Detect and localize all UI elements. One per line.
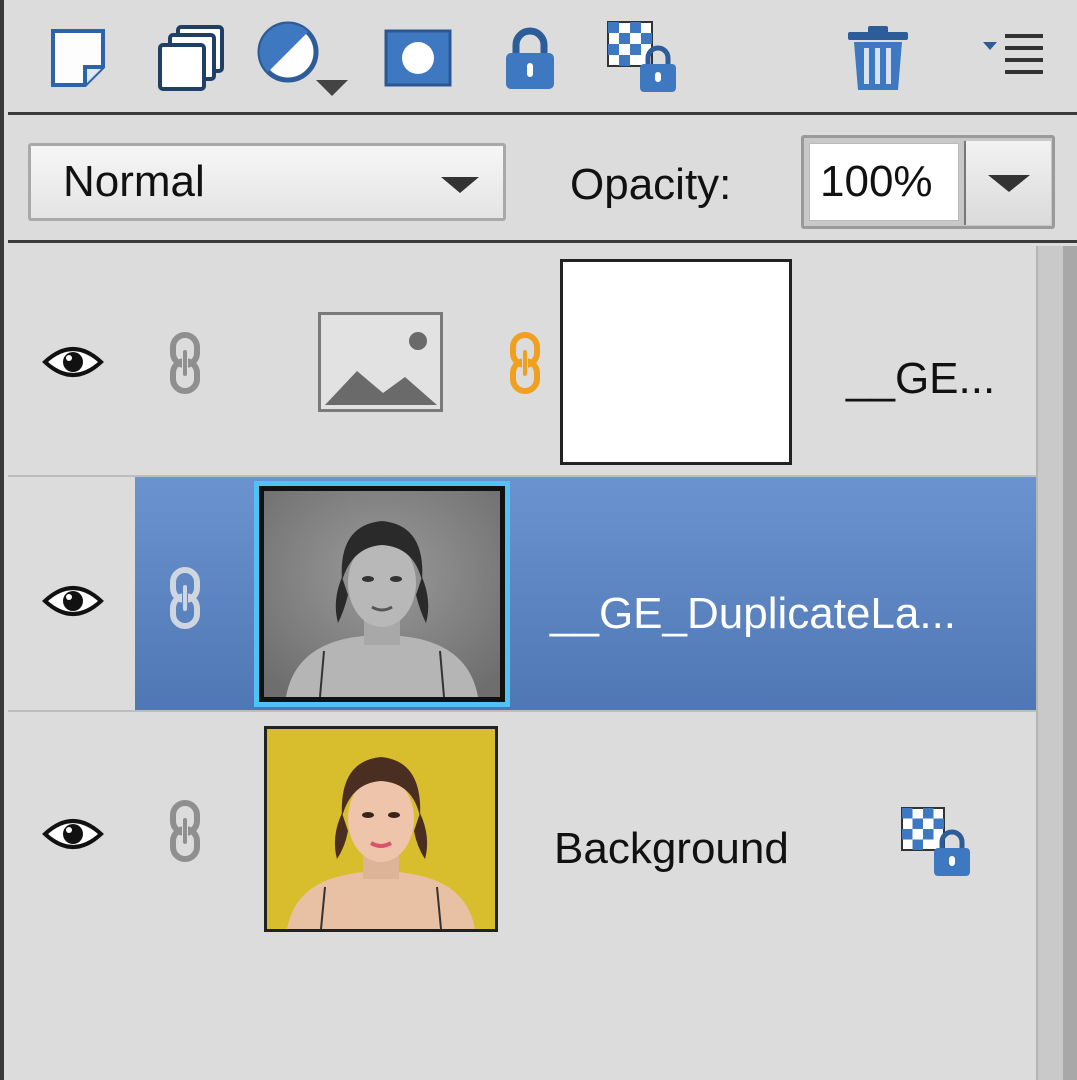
layer-name: __GE_DuplicateLa... <box>550 589 957 638</box>
link-chain-icon[interactable] <box>168 332 202 394</box>
blend-mode-value: Normal <box>63 157 205 206</box>
layer-row-selected[interactable]: __GE_DuplicateLa... <box>8 477 1036 710</box>
chevron-down-icon <box>441 177 479 193</box>
vertical-scrollbar[interactable] <box>1036 246 1077 1080</box>
mask-link-icon[interactable] <box>508 332 542 394</box>
opacity-label: Opacity: <box>570 160 732 209</box>
blend-mode-dropdown[interactable]: Normal <box>28 143 506 221</box>
panel-menu-button[interactable] <box>974 18 1054 98</box>
lock-all-icon <box>506 27 554 89</box>
visibility-eye-icon[interactable] <box>42 814 104 854</box>
grayscale-portrait-image <box>264 491 500 697</box>
layer-row[interactable]: __GE... <box>8 246 1036 477</box>
layers-toolbar <box>8 0 1077 115</box>
delete-layer-button[interactable] <box>838 18 918 98</box>
opacity-control: 100% <box>801 135 1055 229</box>
layer-row[interactable]: Background <box>8 710 1036 950</box>
layer-mask-thumbnail[interactable] <box>560 259 792 465</box>
adjustment-layer-button[interactable] <box>256 18 356 98</box>
lock-transparency-icon <box>901 807 970 876</box>
layers-panel: Normal Opacity: 100% __GE... __GE_Duplic… <box>0 0 1077 1080</box>
blend-options-row: Normal Opacity: 100% <box>8 115 1077 243</box>
lock-all-button[interactable] <box>490 18 570 98</box>
new-group-button[interactable] <box>152 18 232 98</box>
link-chain-icon[interactable] <box>168 567 202 629</box>
layer-name: Background <box>554 824 789 873</box>
layer-thumbnail[interactable] <box>254 481 510 707</box>
adjustment-layer-icon <box>257 21 348 96</box>
new-layer-button[interactable] <box>38 18 118 98</box>
lock-transparency-button[interactable] <box>604 18 684 98</box>
trash-icon <box>848 26 908 90</box>
new-group-icon <box>158 25 224 91</box>
opacity-input[interactable]: 100% <box>809 143 959 221</box>
new-layer-icon <box>51 29 105 87</box>
panel-menu-icon <box>983 34 1043 74</box>
lock-transparency-icon <box>607 21 676 92</box>
layer-thumbnail[interactable] <box>318 312 443 412</box>
visibility-eye-icon[interactable] <box>42 342 104 382</box>
color-portrait-image <box>267 729 495 929</box>
add-mask-button[interactable] <box>378 18 458 98</box>
link-chain-icon[interactable] <box>168 800 202 862</box>
layer-thumbnail[interactable] <box>264 726 498 932</box>
chevron-down-icon <box>988 175 1030 192</box>
layers-list: __GE... __GE_DuplicateLa... Background <box>8 246 1036 1080</box>
scrollbar-track[interactable] <box>1063 246 1077 1080</box>
layer-name: __GE... <box>846 354 996 403</box>
opacity-dropdown-button[interactable] <box>964 141 1051 225</box>
visibility-eye-icon[interactable] <box>42 581 104 621</box>
layer-mask-icon <box>384 29 452 87</box>
image-placeholder-icon <box>325 332 437 405</box>
